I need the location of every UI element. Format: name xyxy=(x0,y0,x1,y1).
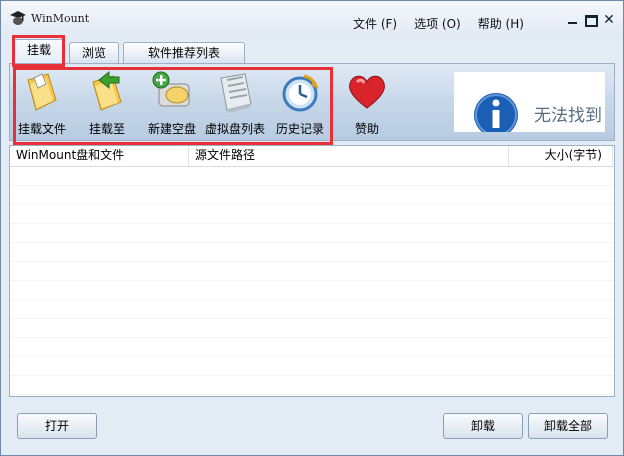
info-icon xyxy=(474,93,518,132)
menu-options[interactable]: 选项 (O) xyxy=(414,15,461,32)
window-controls: ✕ xyxy=(565,13,619,27)
column-header-size[interactable]: 大小(字节) xyxy=(509,146,613,166)
winmount-window: WinMount 文件 (F) 选项 (O) 帮助 (H) ✕ 挂载 浏览 软件… xyxy=(0,0,624,456)
list-row xyxy=(10,319,614,338)
open-button[interactable]: 打开 xyxy=(17,413,97,439)
app-title: WinMount xyxy=(31,12,90,25)
banner-text: 无法找到 xyxy=(534,106,602,126)
heart-icon xyxy=(349,75,385,109)
list-row xyxy=(10,243,614,262)
toolbar-highlight-box xyxy=(13,67,333,145)
list-header: WinMount盘和文件 源文件路径 大小(字节) xyxy=(10,146,614,167)
tab-browse[interactable]: 浏览 xyxy=(69,42,119,63)
list-row xyxy=(10,262,614,281)
close-icon[interactable]: ✕ xyxy=(601,13,617,27)
unmount-button[interactable]: 卸载 xyxy=(443,413,523,439)
list-row xyxy=(10,376,614,395)
list-row xyxy=(10,186,614,205)
winmount-logo-icon xyxy=(10,11,26,25)
list-row xyxy=(10,205,614,224)
tab-software-list[interactable]: 软件推荐列表 xyxy=(123,42,245,63)
ad-banner: 无法找到 xyxy=(454,72,605,132)
sponsor-button[interactable]: 赞助 xyxy=(336,70,398,137)
list-row xyxy=(10,281,614,300)
tab-highlight-box xyxy=(12,35,65,67)
list-row xyxy=(10,300,614,319)
column-header-path[interactable]: 源文件路径 xyxy=(189,146,509,166)
list-row xyxy=(10,224,614,243)
maximize-icon[interactable] xyxy=(583,13,599,27)
mount-list[interactable]: WinMount盘和文件 源文件路径 大小(字节) xyxy=(9,145,615,397)
column-header-name[interactable]: WinMount盘和文件 xyxy=(10,146,189,166)
menu-help[interactable]: 帮助 (H) xyxy=(478,15,524,32)
menu-file[interactable]: 文件 (F) xyxy=(353,15,397,32)
list-row xyxy=(10,338,614,357)
bottom-bar: 打开 卸载 卸载全部 xyxy=(1,398,623,455)
menu-bar: 文件 (F) 选项 (O) 帮助 (H) xyxy=(353,15,541,32)
unmount-all-button[interactable]: 卸载全部 xyxy=(528,413,608,439)
minimize-icon[interactable] xyxy=(565,13,581,27)
sponsor-label: 赞助 xyxy=(354,122,379,136)
list-row xyxy=(10,167,614,186)
list-row xyxy=(10,357,614,376)
title-bar: WinMount 文件 (F) 选项 (O) 帮助 (H) ✕ xyxy=(1,1,623,37)
